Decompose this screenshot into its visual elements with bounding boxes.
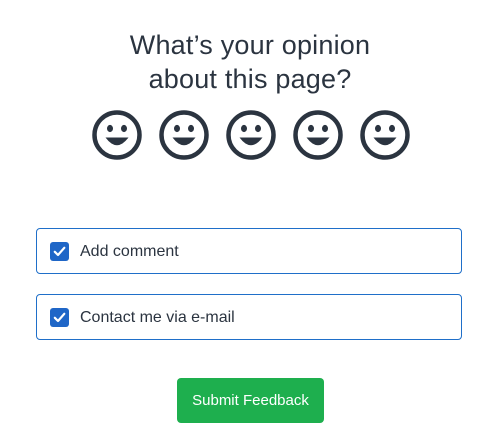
feedback-widget: What’s your opinion about this page? Add…	[0, 0, 500, 432]
submit-feedback-button[interactable]: Submit Feedback	[177, 378, 324, 423]
contact-email-label: Contact me via e-mail	[80, 309, 235, 326]
contact-email-option[interactable]: Contact me via e-mail	[36, 294, 462, 340]
question-line-2: about this page?	[148, 64, 352, 95]
rating-faces	[91, 109, 411, 161]
feedback-question: What’s your opinion about this page?	[0, 28, 500, 96]
question-line-1: What’s your opinion	[129, 30, 371, 61]
add-comment-label: Add comment	[80, 243, 179, 260]
smiley-face-icon[interactable]	[158, 109, 210, 161]
checkmark-icon	[53, 312, 66, 323]
add-comment-checkbox[interactable]	[50, 242, 69, 261]
checkmark-icon	[53, 246, 66, 257]
contact-email-checkbox[interactable]	[50, 308, 69, 327]
smiley-face-icon[interactable]	[359, 109, 411, 161]
smiley-face-icon[interactable]	[91, 109, 143, 161]
smiley-face-icon[interactable]	[225, 109, 277, 161]
add-comment-option[interactable]: Add comment	[36, 228, 462, 274]
smiley-face-icon[interactable]	[292, 109, 344, 161]
